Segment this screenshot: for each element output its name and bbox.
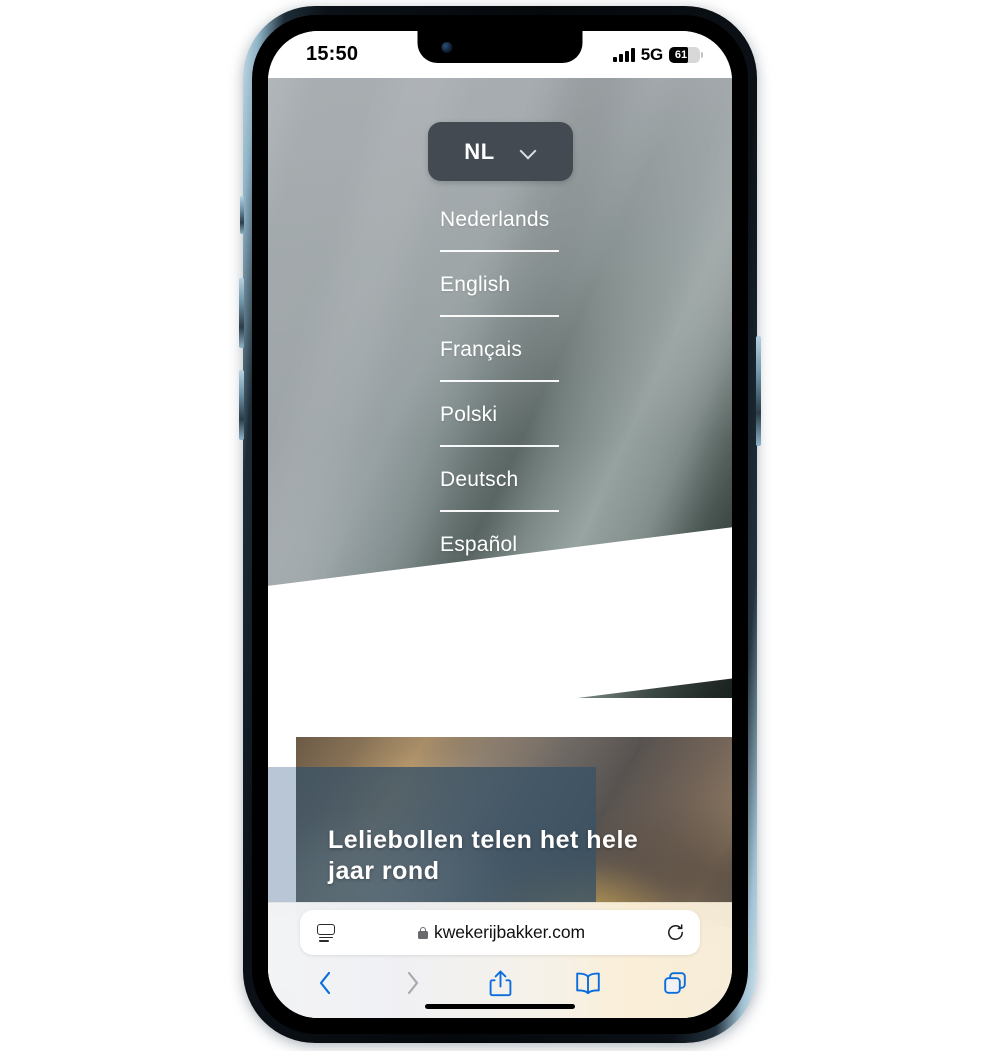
share-button[interactable] — [485, 968, 515, 998]
language-option-english[interactable]: English — [440, 272, 560, 337]
forward-button[interactable] — [398, 968, 428, 998]
language-divider — [440, 380, 559, 382]
phone-device-frame: NL Nederlands English Français Polski De… — [239, 6, 761, 1043]
battery-percent-label: 61 — [674, 49, 688, 61]
language-toggle-button[interactable]: NL — [427, 122, 573, 181]
volume-up-button[interactable] — [239, 278, 244, 348]
address-bar-content[interactable]: kwekerijbakker.com — [337, 922, 666, 943]
display-notch — [417, 31, 583, 63]
language-options-list: Nederlands English Français Polski Deuts… — [440, 207, 560, 578]
language-divider — [440, 510, 559, 512]
safari-toolbar — [268, 961, 732, 1005]
volume-down-button[interactable] — [239, 370, 244, 440]
screenshot-stage: NL Nederlands English Français Polski De… — [0, 0, 1000, 1051]
language-current-code: NL — [464, 138, 495, 164]
language-option-label[interactable]: Nederlands — [440, 207, 560, 233]
language-option-label[interactable]: Deutsch — [440, 467, 560, 493]
url-text: kwekerijbakker.com — [434, 922, 585, 942]
power-button[interactable] — [756, 336, 761, 446]
lock-icon — [418, 926, 429, 939]
language-option-polski[interactable]: Polski — [440, 402, 560, 467]
language-divider — [440, 315, 559, 317]
language-option-label[interactable]: Français — [440, 337, 560, 363]
status-bar-indicators: 5G 61 — [613, 45, 703, 65]
back-button[interactable] — [310, 968, 340, 998]
bookmarks-button[interactable] — [573, 968, 603, 998]
language-option-label[interactable]: Polski — [440, 402, 560, 428]
address-bar[interactable]: kwekerijbakker.com — [300, 910, 700, 955]
language-divider — [440, 445, 559, 447]
language-option-francais[interactable]: Français — [440, 337, 560, 402]
safari-bottom-bar: kwekerijbakker.com — [268, 902, 732, 1018]
language-divider — [440, 250, 559, 252]
language-option-espanol[interactable]: Español — [440, 532, 560, 578]
article-card-title: Leliebollen telen het hele jaar rond — [328, 826, 639, 885]
language-option-label[interactable]: English — [440, 272, 560, 298]
battery-cap — [700, 52, 703, 58]
language-option-deutsch[interactable]: Deutsch — [440, 467, 560, 532]
safari-webview[interactable]: NL Nederlands English Français Polski De… — [268, 78, 732, 1018]
tabs-button[interactable] — [660, 968, 690, 998]
reload-icon[interactable] — [666, 923, 685, 942]
home-indicator — [425, 1003, 575, 1009]
language-selector: NL Nederlands English Français Polski De… — [268, 78, 732, 578]
status-bar-time: 15:50 — [306, 43, 359, 65]
language-option-nederlands[interactable]: Nederlands — [440, 207, 560, 272]
article-card[interactable]: Leliebollen telen het hele jaar rond — [296, 737, 732, 927]
cellular-signal-icon — [613, 48, 635, 62]
silent-switch-button[interactable] — [240, 196, 244, 234]
language-option-label[interactable]: Español — [440, 532, 560, 558]
chevron-down-icon — [521, 144, 536, 159]
network-type-label: 5G — [640, 45, 663, 64]
phone-screen: NL Nederlands English Français Polski De… — [268, 31, 732, 1018]
battery-icon: 61 — [669, 47, 703, 63]
front-camera-icon — [441, 42, 453, 53]
reader-view-icon[interactable] — [315, 923, 337, 943]
